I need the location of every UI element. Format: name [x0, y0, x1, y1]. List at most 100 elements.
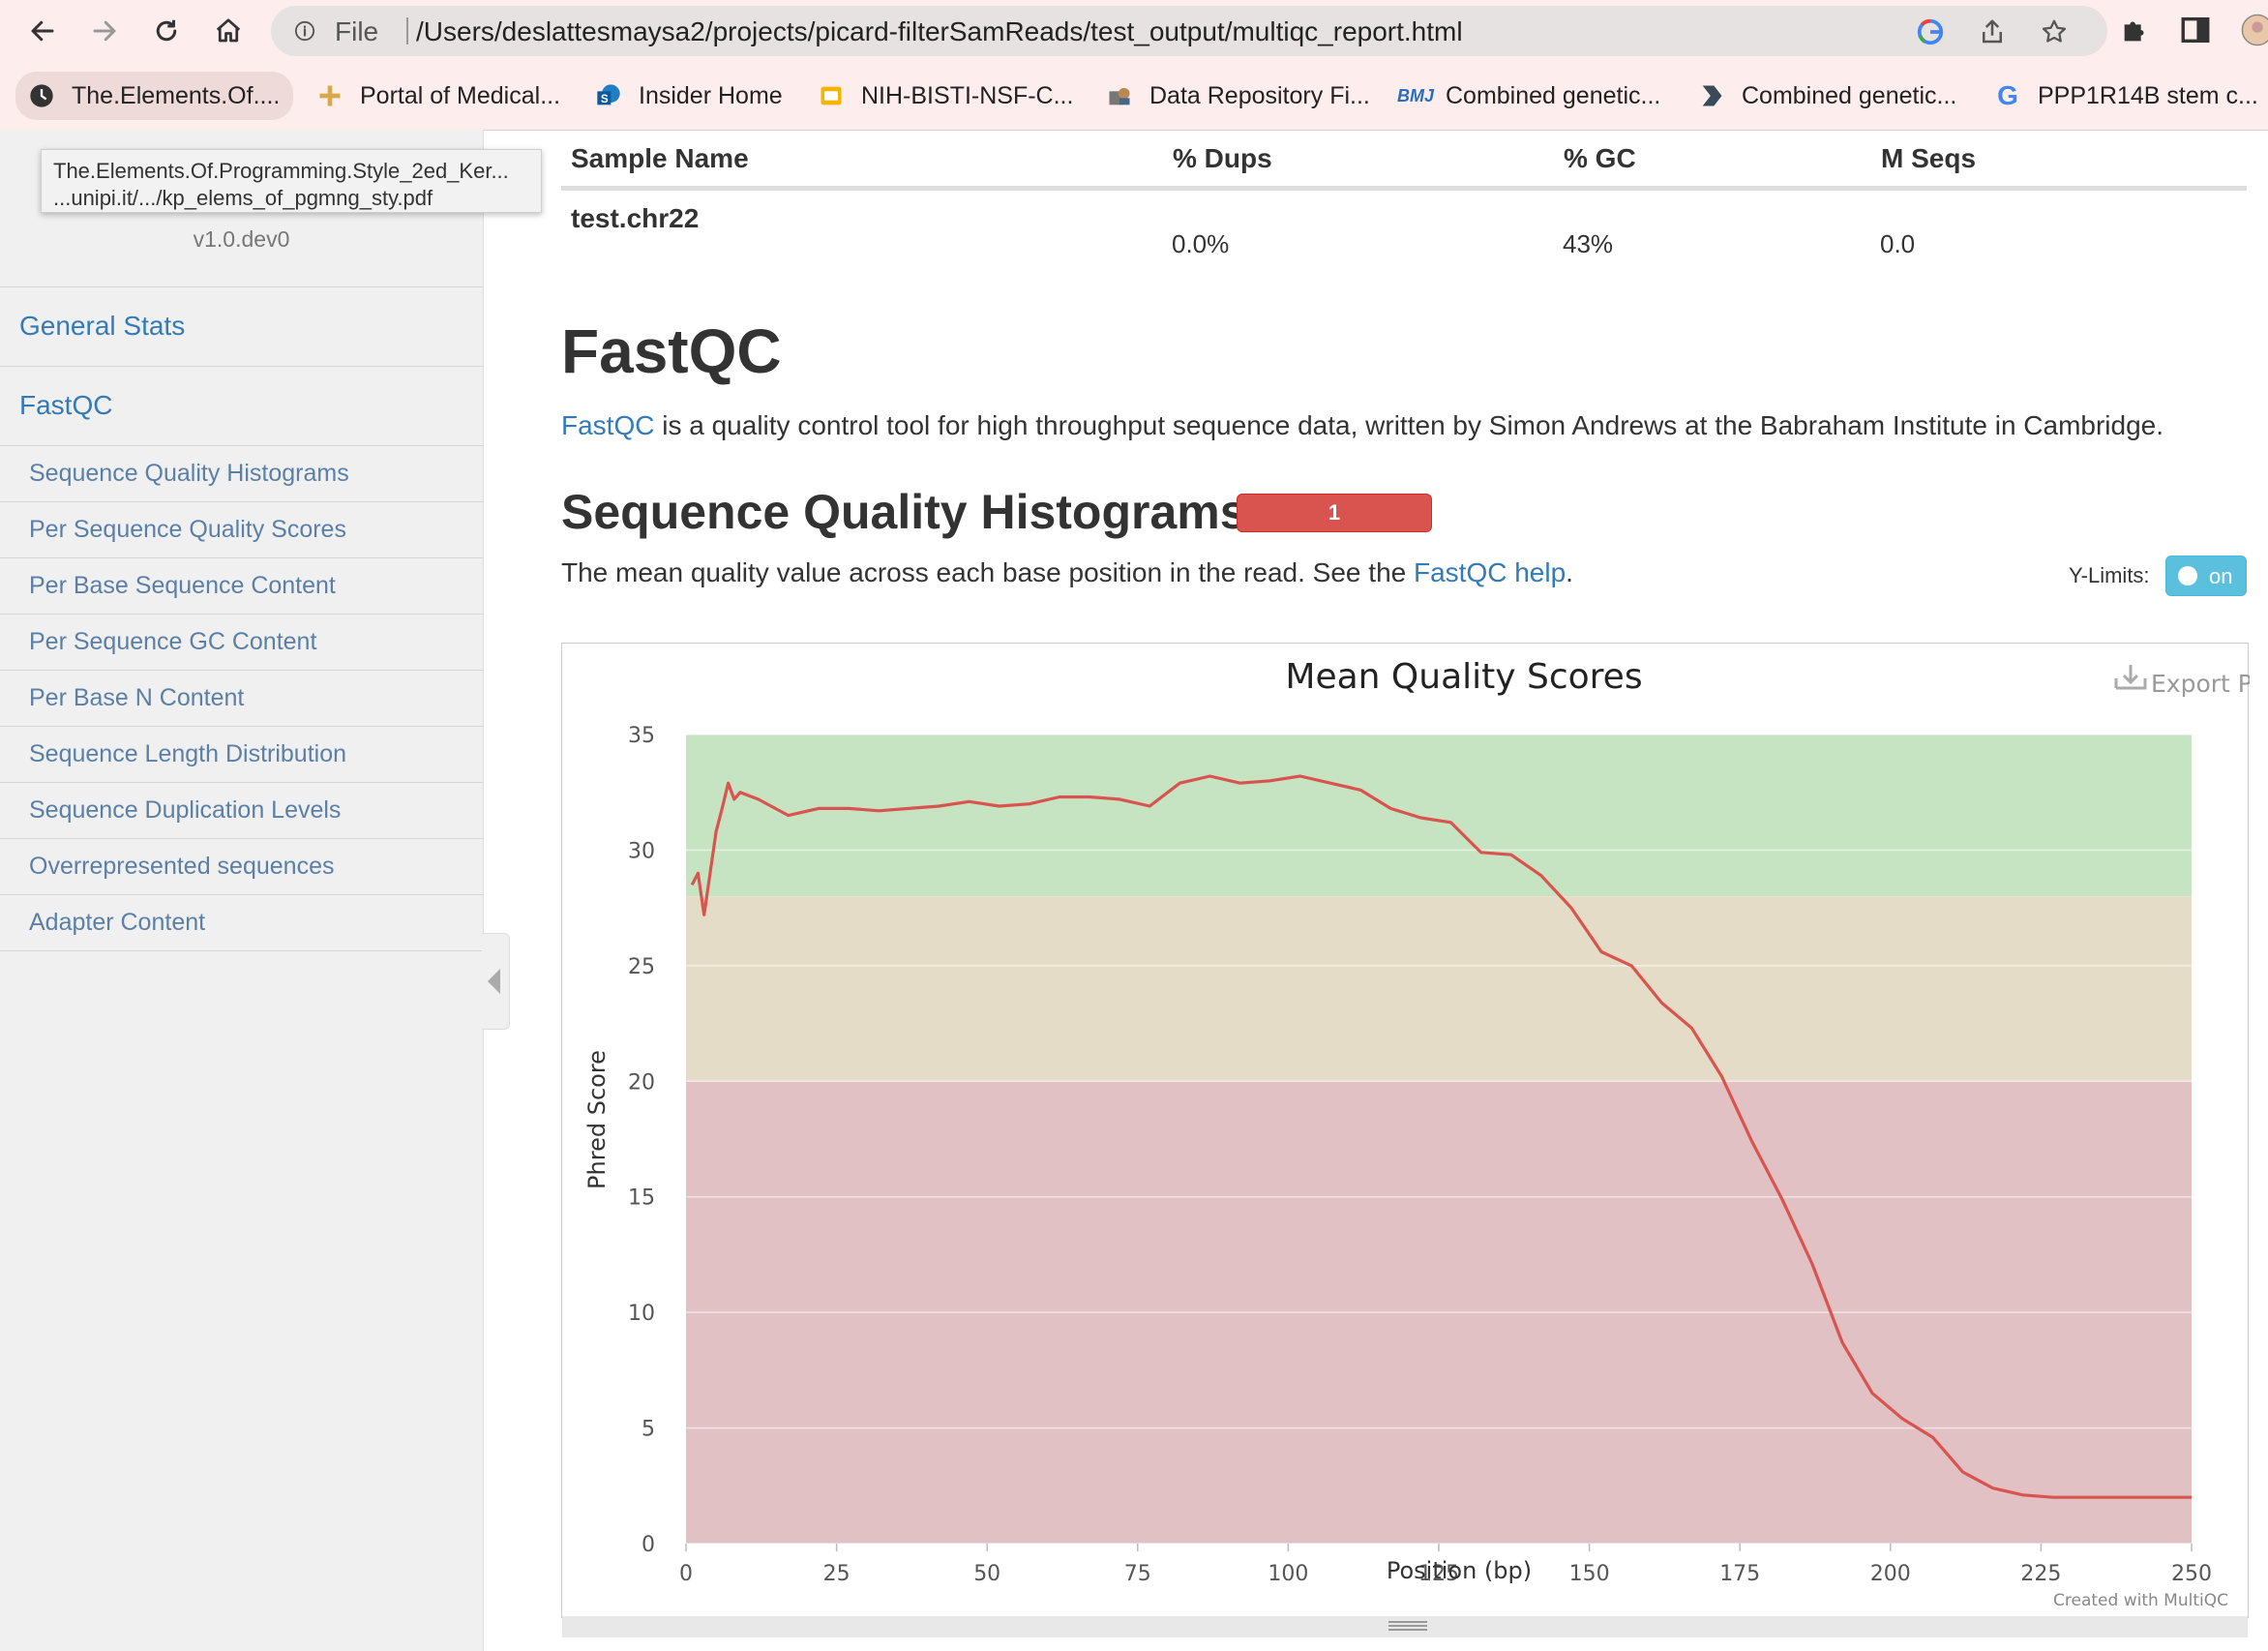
repository-icon — [1105, 81, 1134, 110]
col-dups[interactable]: % Dups — [1173, 143, 1272, 174]
google-lens-icon[interactable] — [1916, 17, 1945, 46]
y-tick-label: 10 — [628, 1302, 655, 1326]
nav-sequence-length-distribution[interactable]: Sequence Length Distribution — [0, 726, 483, 782]
bookmark-item[interactable]: BMJ Combined genetic... — [1397, 72, 1661, 120]
ylimits-toggle[interactable]: on — [2165, 555, 2247, 596]
x-tick-label: 175 — [1719, 1562, 1760, 1586]
nav-sub-label: Overrepresented sequences — [29, 853, 335, 880]
nav-per-sequence-quality-scores[interactable]: Per Sequence Quality Scores — [0, 501, 483, 557]
nav-sub-label: Per Sequence Quality Scores — [29, 516, 346, 543]
y-tick-label: 0 — [642, 1533, 655, 1557]
home-icon — [216, 18, 241, 43]
nav-label: General Stats — [19, 311, 186, 341]
bookmark-label: Insider Home — [639, 81, 783, 109]
nav-adapter-content[interactable]: Adapter Content — [0, 894, 483, 950]
bookmark-item[interactable]: G PPP1R14B stem c... — [1993, 72, 2258, 120]
address-bar[interactable]: File /Users/deslattesmaysa2/projects/pic… — [271, 6, 2107, 56]
svg-text:S: S — [601, 93, 609, 105]
bookmark-label: The.Elements.Of.... — [72, 81, 281, 109]
dups-cell: 0.0% — [1172, 229, 1230, 258]
bookmark-item[interactable]: NIH-BISTI-NSF-C... — [817, 72, 1073, 120]
quality-band — [686, 896, 2192, 1082]
x-tick-label: 0 — [679, 1562, 693, 1586]
m-seqs-cell: 0.0 — [1880, 229, 1916, 258]
bookmark-label: Portal of Medical... — [360, 81, 561, 109]
forward-button[interactable] — [85, 14, 124, 48]
bookmark-item[interactable]: Data Repository Fi... — [1105, 72, 1370, 120]
bookmark-item[interactable]: S Insider Home — [594, 72, 783, 120]
home-button[interactable] — [209, 14, 248, 48]
bookmark-item[interactable]: The.Elements.Of.... — [15, 72, 294, 120]
nav-divider — [0, 950, 483, 951]
mean-quality-plot: 0 5 10 15 20 25 30 35 0 25 50 75 100 125 150 175 200 225… — [561, 643, 2250, 1618]
url-separator — [406, 17, 408, 45]
x-tick-label: 250 — [2171, 1562, 2212, 1586]
toggle-knob — [2178, 566, 2197, 585]
nav-general-stats[interactable]: General Stats — [0, 286, 483, 364]
y-tick-label: 30 — [628, 839, 655, 863]
nav-per-sequence-gc-content[interactable]: Per Sequence GC Content — [0, 614, 483, 670]
share-icon[interactable] — [1978, 17, 2007, 46]
multiqc-version: v1.0.dev0 — [193, 226, 290, 252]
fastqc-help-link[interactable]: FastQC help — [1414, 557, 1566, 587]
section-title-fastqc: FastQC — [561, 316, 782, 386]
fastqc-link[interactable]: FastQC — [561, 410, 654, 440]
download-icon — [2114, 665, 2147, 690]
x-tick-label: 50 — [973, 1562, 1000, 1586]
plot-resize-handle[interactable] — [562, 1616, 2248, 1637]
nav-sequence-duplication-levels[interactable]: Sequence Duplication Levels — [0, 782, 483, 838]
chart-svg: 05101520253035 0 25 50 75 100 125 150 175 200 225… — [583, 657, 2250, 1610]
x-tick-label: 100 — [1268, 1562, 1308, 1586]
y-axis-label: Phred Score — [583, 1050, 611, 1189]
bookmark-label: Combined genetic... — [1446, 81, 1661, 109]
nav-sub-label: Per Sequence GC Content — [29, 628, 317, 655]
nav-sub-label: Sequence Length Distribution — [29, 740, 347, 767]
nav-overrepresented-sequences[interactable]: Overrepresented sequences — [0, 838, 483, 894]
grip-icon — [1388, 1621, 1427, 1623]
slides-icon — [817, 81, 846, 110]
report-main: Sample Name % Dups % GC M Seqs test.chr2… — [484, 130, 2268, 1651]
tooltip-url: ...unipi.it/.../kp_elems_of_pgmng_sty.pd… — [53, 186, 433, 210]
info-icon[interactable] — [294, 20, 315, 42]
y-tick-label: 20 — [628, 1070, 655, 1095]
profile-avatar-icon[interactable] — [2241, 14, 2268, 46]
google-icon: G — [1997, 80, 2018, 110]
extensions-puzzle-icon[interactable] — [2119, 14, 2152, 46]
fastqc-intro: FastQC is a quality control tool for hig… — [561, 410, 2164, 441]
gc-cell: 43% — [1563, 229, 1614, 258]
sharepoint-icon: S — [594, 81, 623, 110]
side-panel-icon[interactable] — [2179, 14, 2212, 46]
nav-label: FastQC — [19, 390, 113, 420]
bmj-icon: BMJ — [1397, 85, 1435, 105]
status-badge[interactable]: 1 — [1237, 494, 1432, 532]
nav-per-base-sequence-content[interactable]: Per Base Sequence Content — [0, 557, 483, 614]
bookmark-label: NIH-BISTI-NSF-C... — [861, 81, 1074, 109]
medical-portal-icon — [315, 81, 344, 110]
nav-sequence-quality-histograms[interactable]: Sequence Quality Histograms — [0, 445, 483, 501]
bookmark-label: Data Repository Fi... — [1149, 81, 1370, 109]
back-button[interactable] — [23, 14, 62, 48]
bookmark-item[interactable]: Combined genetic... — [1697, 72, 1956, 120]
desc-text: The mean quality value across each base … — [561, 557, 1414, 587]
reload-button[interactable] — [147, 14, 186, 48]
nav-sub-label: Sequence Duplication Levels — [29, 796, 342, 824]
subsection-description: The mean quality value across each base … — [561, 557, 1573, 588]
nav-sub-label: Adapter Content — [29, 909, 206, 936]
export-plot-button[interactable]: Export Plot — [2114, 665, 2250, 698]
col-gc[interactable]: % GC — [1564, 143, 1636, 174]
col-m-seqs[interactable]: M Seqs — [1881, 143, 1976, 174]
browser-toolbar: File /Users/deslattesmaysa2/projects/pic… — [0, 0, 2268, 62]
x-tick-label: 25 — [823, 1562, 850, 1586]
bookmark-arrow-icon — [1697, 81, 1726, 110]
intro-text: is a quality control tool for high throu… — [654, 410, 2164, 440]
nav-per-base-n-content[interactable]: Per Base N Content — [0, 670, 483, 726]
x-axis-label: Position (bp) — [1387, 1557, 1532, 1584]
col-sample-name[interactable]: Sample Name — [571, 143, 749, 174]
nav-fastqc[interactable]: FastQC — [0, 366, 483, 443]
bookmark-label: PPP1R14B stem c... — [2038, 81, 2258, 109]
export-plot-label: Export Plot — [2151, 670, 2250, 698]
bookmark-item[interactable]: Portal of Medical... — [315, 72, 560, 120]
toggle-label: on — [2209, 564, 2233, 588]
bookmark-star-icon[interactable] — [2040, 17, 2069, 46]
url-text[interactable]: /Users/deslattesmaysa2/projects/picard-f… — [416, 16, 1463, 47]
